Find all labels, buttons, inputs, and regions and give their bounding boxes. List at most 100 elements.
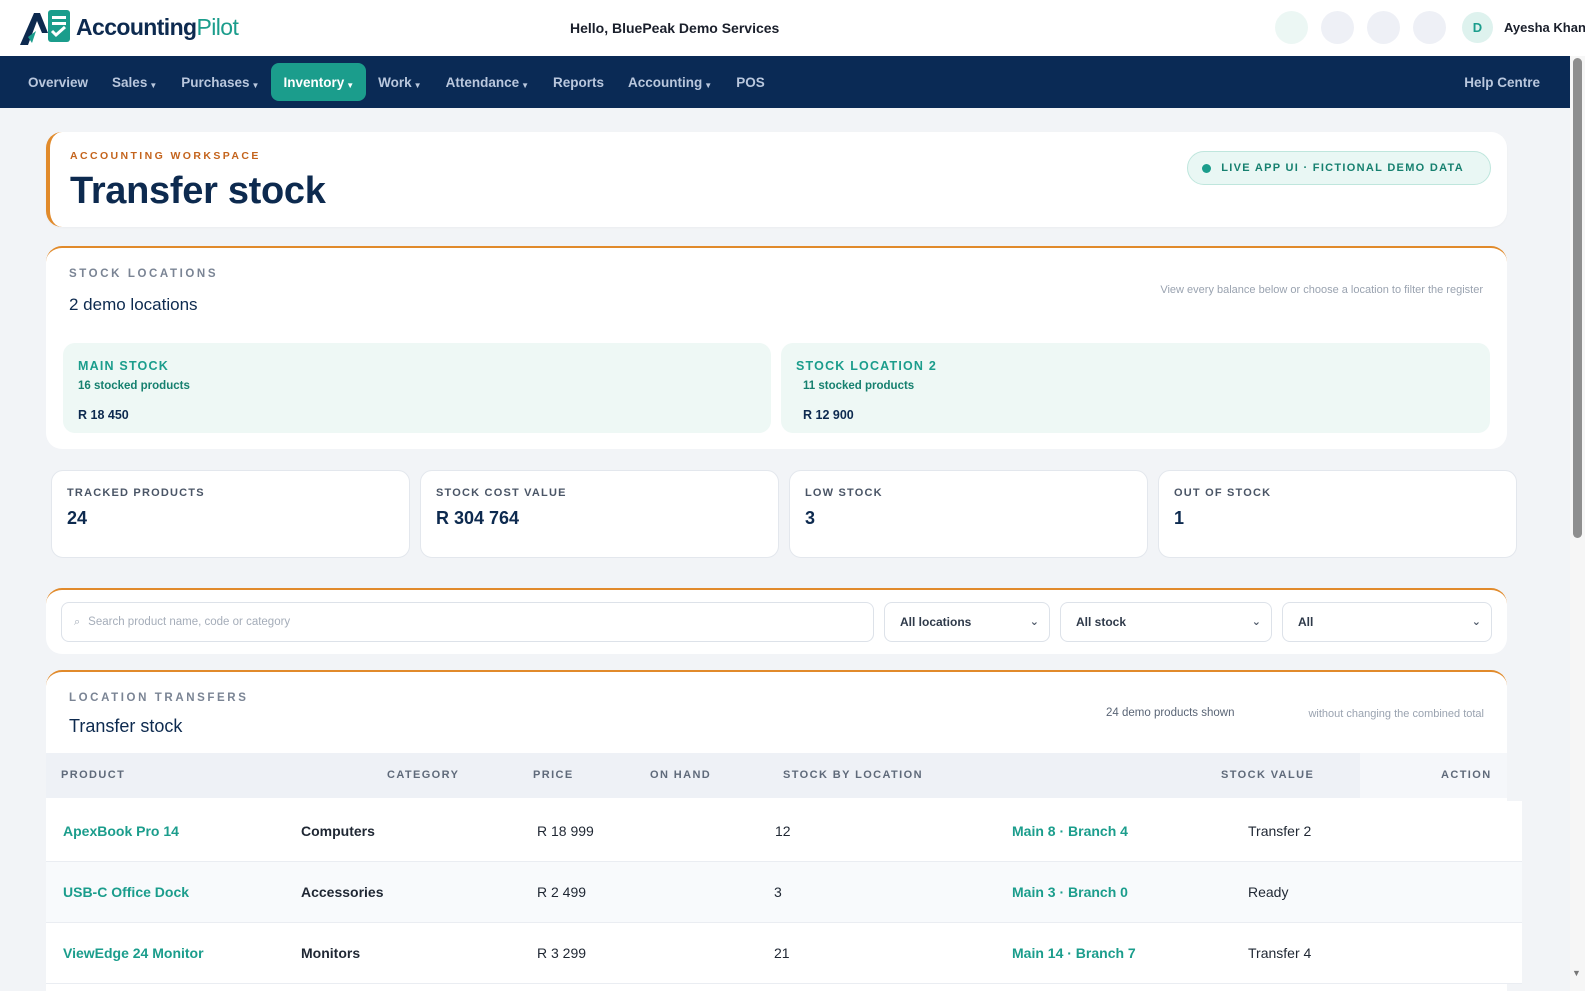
stock-select[interactable]: All stock ⌄: [1060, 602, 1272, 642]
avatar: D: [1462, 12, 1493, 43]
transfer-status-cell[interactable]: Transfer 4: [1248, 945, 1311, 961]
section-eyebrow: LOCATION TRANSFERS: [69, 692, 249, 704]
location-name: STOCK LOCATION 2: [796, 359, 937, 373]
category-cell: Computers: [301, 823, 375, 839]
on-hand-cell: 12: [775, 823, 791, 839]
status-dot-icon: [1202, 163, 1212, 173]
nav-overview[interactable]: Overview: [16, 63, 100, 101]
location-value: R 12 900: [803, 408, 854, 422]
status-badge-label: LIVE APP UI · FICTIONAL DEMO DATA: [1221, 162, 1464, 174]
scroll-down-icon[interactable]: ▼: [1572, 968, 1581, 978]
stock-by-location-cell: Main 8 · Branch 4: [1012, 823, 1128, 839]
location-select[interactable]: All locations ⌄: [884, 602, 1050, 642]
location-products: 11 stocked products: [803, 380, 915, 392]
kpi-out-of-stock: OUT OF STOCK 1: [1158, 470, 1517, 558]
brand-logo[interactable]: AccountingPilot: [18, 6, 239, 48]
nav-pos[interactable]: POS: [724, 63, 777, 101]
location-select-value: All locations: [900, 615, 972, 629]
kpi-tracked-products: TRACKED PRODUCTS 24: [51, 470, 410, 558]
column-header-category[interactable]: CATEGORY: [387, 769, 459, 781]
nav-reports[interactable]: Reports: [541, 63, 616, 101]
section-eyebrow: STOCK LOCATIONS: [69, 268, 219, 280]
price-cell: R 3 299: [537, 945, 587, 961]
price-cell: R 2 499: [537, 884, 587, 900]
category-select-value: All: [1298, 615, 1314, 629]
column-header-action: ACTION: [1441, 769, 1492, 781]
caret-down-icon: ▼: [346, 80, 355, 90]
location-products: 16 stocked products: [78, 380, 190, 392]
products-shown-count: 24 demo products shown: [1106, 707, 1235, 719]
scrollbar-thumb[interactable]: [1573, 58, 1582, 538]
column-header-on-hand[interactable]: ON HAND: [650, 769, 711, 781]
kpi-label: STOCK COST VALUE: [436, 487, 567, 499]
top-actions: [1275, 11, 1446, 44]
stock-by-location-cell: Main 14 · Branch 7: [1012, 945, 1136, 961]
product-link[interactable]: ViewEdge 24 Monitor: [63, 945, 204, 961]
nav-sales[interactable]: Sales ▼: [100, 63, 169, 101]
search-input[interactable]: ⌕ Search product name, code or category: [61, 602, 874, 642]
table-row: ApexBook Pro 14 Computers R 18 999 12 Ma…: [46, 801, 1522, 862]
category-cell: Monitors: [301, 945, 361, 961]
kpi-label: LOW STOCK: [805, 487, 883, 499]
nav-purchases[interactable]: Purchases ▼: [169, 63, 271, 101]
stock-select-value: All stock: [1076, 615, 1127, 629]
quick-action-button[interactable]: [1413, 11, 1446, 44]
kpi-value: 1: [1174, 508, 1185, 528]
quick-action-button[interactable]: [1321, 11, 1354, 44]
transfer-status-cell[interactable]: Ready: [1248, 884, 1288, 900]
caret-down-icon: ▼: [413, 80, 422, 90]
stock-by-location-cell: Main 3 · Branch 0: [1012, 884, 1128, 900]
column-header-price[interactable]: PRICE: [533, 769, 574, 781]
page-eyebrow: ACCOUNTING WORKSPACE: [70, 150, 261, 162]
quick-action-button[interactable]: [1367, 11, 1400, 44]
caret-down-icon: ▼: [251, 80, 260, 90]
brand-name: AccountingPilot: [76, 13, 239, 41]
kpi-label: TRACKED PRODUCTS: [67, 487, 205, 499]
filter-bar: ⌕ Search product name, code or category …: [46, 588, 1507, 654]
product-link[interactable]: USB-C Office Dock: [63, 884, 189, 900]
search-icon: ⌕: [74, 615, 81, 628]
brand-name-secondary: Pilot: [196, 13, 239, 40]
main-nav: Overview Sales ▼ Purchases ▼ Inventory ▼ Wo…: [0, 56, 1570, 108]
quick-action-button[interactable]: [1275, 11, 1308, 44]
chevron-down-icon: ⌄: [1471, 616, 1481, 628]
top-bar: AccountingPilot Hello, BluePeak Demo Ser…: [0, 0, 1585, 56]
table-row: ViewEdge 24 Monitor Monitors R 3 299 21 …: [46, 923, 1522, 984]
transfer-status-cell[interactable]: Transfer 2: [1248, 823, 1311, 839]
nav-accounting[interactable]: Accounting ▼: [616, 63, 724, 101]
price-cell: R 18 999: [537, 823, 594, 839]
nav-work[interactable]: Work ▼: [366, 63, 433, 101]
column-header-stock-value[interactable]: STOCK VALUE: [1221, 769, 1314, 781]
on-hand-cell: 3: [774, 884, 782, 900]
table-row: USB-C Office Dock Accessories R 2 499 3 …: [46, 862, 1522, 923]
brand-name-primary: Accounting: [76, 13, 197, 40]
column-header-stock-by-location[interactable]: STOCK BY LOCATION: [783, 769, 923, 781]
column-header-product[interactable]: PRODUCT: [61, 769, 125, 781]
transfer-note: without changing the combined total: [1308, 708, 1484, 720]
nav-attendance[interactable]: Attendance ▼: [434, 63, 541, 101]
user-menu[interactable]: D Ayesha Khan: [1462, 12, 1585, 43]
location-tile-stock-location-2[interactable]: STOCK LOCATION 2 11 stocked products R 1…: [781, 343, 1490, 433]
nav-inventory[interactable]: Inventory ▼: [271, 63, 367, 101]
page-header: ACCOUNTING WORKSPACE Transfer stock LIVE…: [46, 132, 1507, 227]
chevron-down-icon: ⌄: [1029, 616, 1039, 628]
kpi-value: 3: [805, 508, 816, 528]
location-hint: View every balance below or choose a loc…: [1160, 284, 1483, 296]
caret-down-icon: ▼: [704, 80, 713, 90]
category-cell: Accessories: [301, 884, 384, 900]
kpi-value: R 304 764: [436, 508, 520, 528]
caret-down-icon: ▼: [521, 80, 530, 90]
category-select[interactable]: All ⌄: [1282, 602, 1492, 642]
table-header: PRODUCT CATEGORY PRICE ON HAND STOCK BY …: [46, 753, 1507, 798]
kpi-value: 24: [67, 508, 88, 528]
location-count: 2 demo locations: [69, 295, 198, 314]
location-tile-main-stock[interactable]: MAIN STOCK 16 stocked products R 18 450: [63, 343, 771, 433]
greeting: Hello, BluePeak Demo Services: [570, 20, 780, 36]
page-title: Transfer stock: [70, 170, 326, 212]
location-name: MAIN STOCK: [78, 359, 169, 373]
product-link[interactable]: ApexBook Pro 14: [63, 823, 179, 839]
help-centre-link[interactable]: Help Centre: [1464, 75, 1540, 90]
user-name: Ayesha Khan: [1504, 20, 1585, 35]
status-badge: LIVE APP UI · FICTIONAL DEMO DATA: [1187, 151, 1491, 185]
location-value: R 18 450: [78, 408, 129, 422]
